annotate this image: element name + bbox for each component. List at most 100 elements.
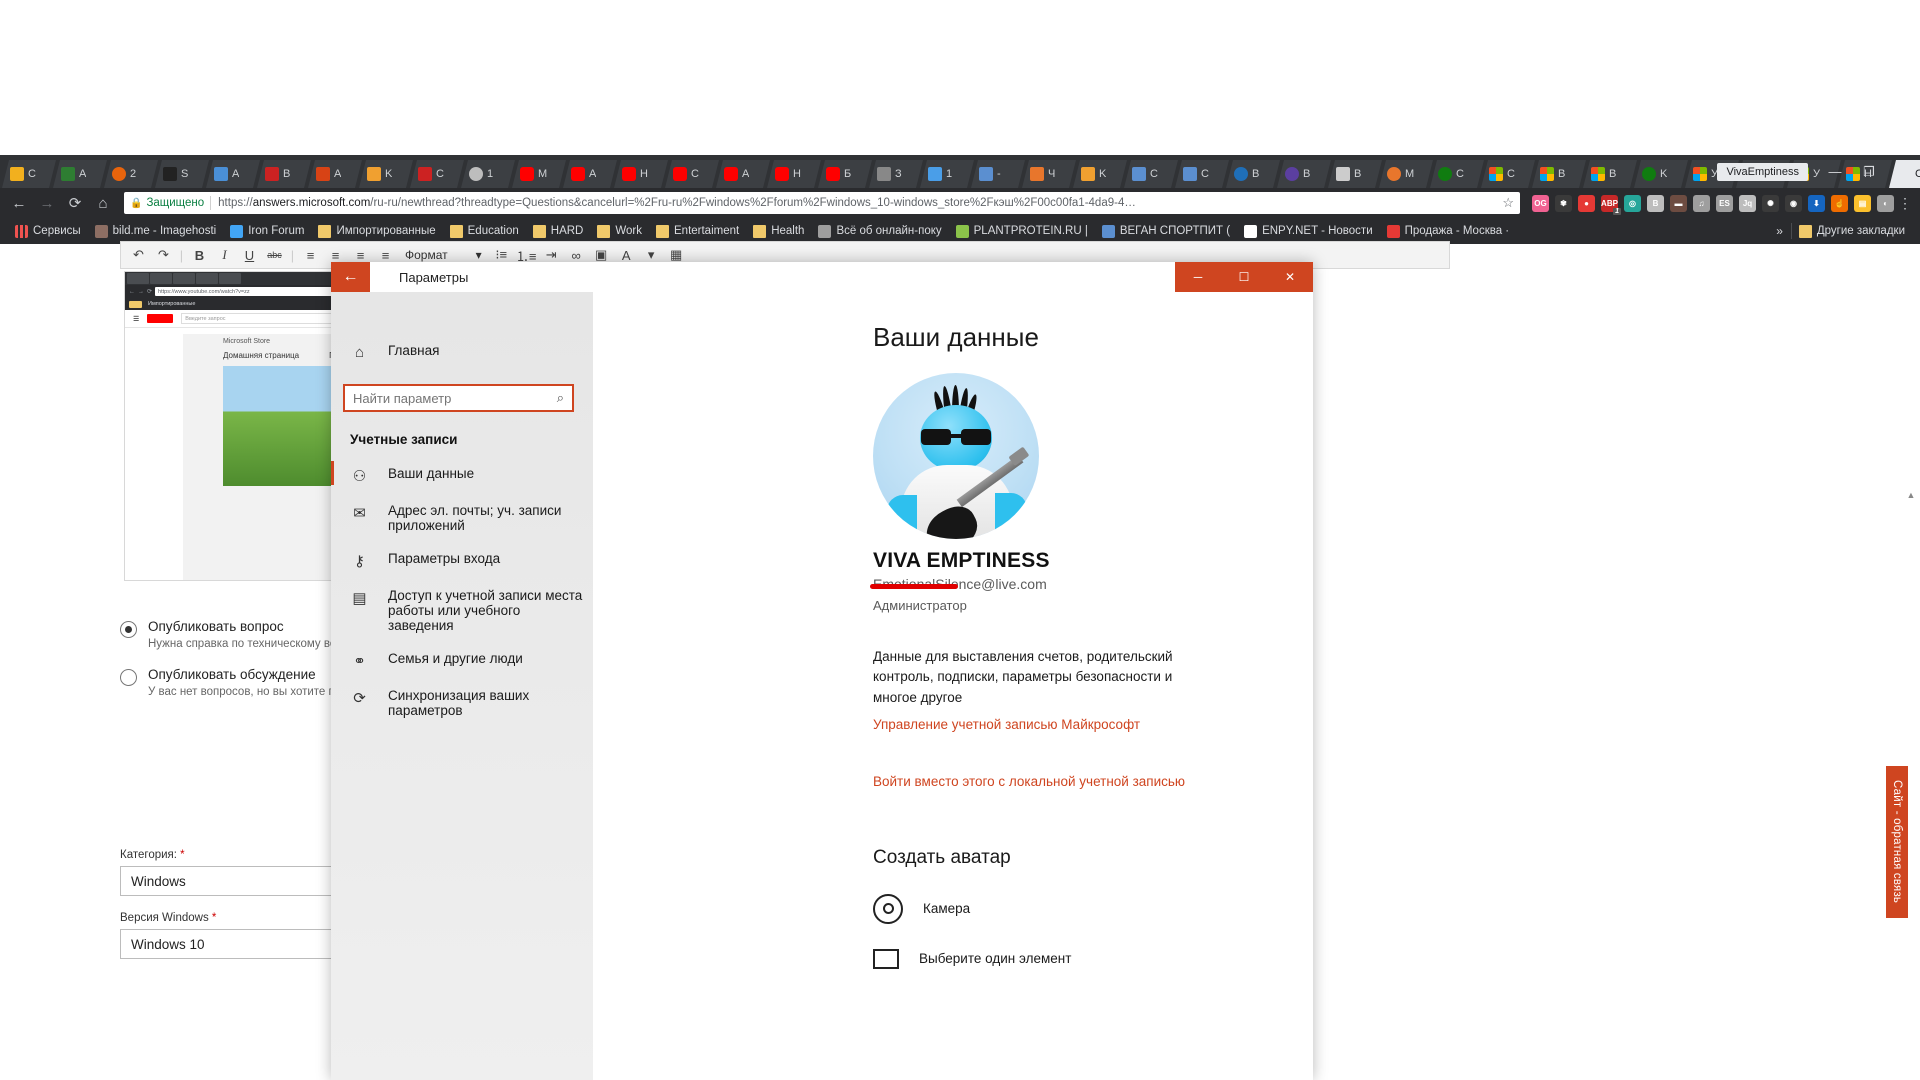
window-controls[interactable]: VivaEmptiness — ❐ ✕ <box>1717 155 1920 188</box>
settings-search-box[interactable]: ⌕ <box>343 384 574 412</box>
format-dropdown[interactable]: Формат ▾ <box>399 248 488 262</box>
extension-hand[interactable]: ☝ <box>1831 194 1848 212</box>
avatar-option-browse[interactable]: Выберите один элемент <box>873 948 1313 969</box>
home-button[interactable]: ⌂ <box>90 191 116 215</box>
browser-tab[interactable]: C <box>665 160 719 188</box>
extensions-bar[interactable]: OG ✾ ● ABP 1 ◎ B ▬ ♫ ES Jq ✺ ◉ ⬇ ☝ ▤ ◐ <box>1528 194 1894 215</box>
browser-tab[interactable]: B <box>1226 160 1280 188</box>
back-button[interactable]: ← <box>6 191 32 215</box>
sidebar-item-home[interactable]: ⌂ Главная <box>331 334 593 370</box>
sidebar-item-1[interactable]: ⚇ Ваши данные <box>331 457 593 494</box>
bookmark-item[interactable]: Продажа - Москва · <box>1380 220 1517 242</box>
browser-tab[interactable]: C <box>1175 160 1229 188</box>
browser-tab[interactable]: H <box>614 160 668 188</box>
underline-button[interactable]: U <box>238 244 261 266</box>
undo-button[interactable]: ↶ <box>127 244 150 266</box>
forward-button[interactable]: → <box>34 191 60 215</box>
extension-colors[interactable]: ◉ <box>1785 194 1802 212</box>
search-icon[interactable]: ⌕ <box>557 390 564 406</box>
back-button[interactable]: ← <box>331 262 370 292</box>
radio-option-discussion[interactable]: Опубликовать обсуждение У вас нет вопрос… <box>120 667 349 698</box>
post-type-radio-group[interactable]: Опубликовать вопрос Нужна справка по тех… <box>120 619 349 715</box>
browser-tab[interactable]: C <box>2 160 56 188</box>
minimize-button[interactable]: — <box>1818 160 1852 184</box>
bookmarks-overflow-icon[interactable]: » <box>1768 224 1791 238</box>
bookmark-item[interactable]: bild.me - Imagehosti <box>88 220 224 242</box>
bookmark-item[interactable]: Health <box>746 220 811 242</box>
browser-tab[interactable]: C <box>410 160 464 188</box>
bookmark-item[interactable]: Entertaiment <box>649 220 746 242</box>
browser-tab[interactable]: B <box>257 160 311 188</box>
browser-menu-icon[interactable]: ⋮ <box>1896 195 1914 212</box>
extension-paw[interactable]: ✾ <box>1555 194 1572 212</box>
browser-tab[interactable]: K <box>359 160 413 188</box>
browser-tabstrip[interactable]: CA2SABAKC1MAHCAHБЗ1-ЧKCCBBBMCCBBKУДУНС✕ … <box>0 155 1920 188</box>
browser-tab[interactable]: 2 <box>104 160 158 188</box>
redo-button[interactable]: ↷ <box>152 244 175 266</box>
avatar-option-camera[interactable]: Камера <box>873 893 1313 924</box>
extension-es[interactable]: ES <box>1716 194 1733 212</box>
bookmark-item[interactable]: ENPY.NET - Новости <box>1237 220 1380 242</box>
sidebar-item-3[interactable]: ⚷ Параметры входа <box>331 542 593 579</box>
radio-discussion[interactable] <box>120 669 137 686</box>
browser-tab[interactable]: A <box>563 160 617 188</box>
extension-speed[interactable]: ◐ <box>1877 194 1894 212</box>
extension-adblock-plus[interactable]: ABP 1 <box>1601 194 1621 215</box>
bookmark-item[interactable]: Iron Forum <box>223 220 311 242</box>
browser-tab[interactable]: C <box>1481 160 1535 188</box>
extension-jq[interactable]: Jq <box>1739 194 1756 212</box>
reload-button[interactable]: ⟳ <box>62 191 88 215</box>
extension-og[interactable]: OG <box>1532 194 1549 212</box>
avatar[interactable] <box>873 373 1039 539</box>
sidebar-item-6[interactable]: ⟳ Синхронизация ваших параметров <box>331 679 593 727</box>
bookmark-item[interactable]: PLANTPROTEIN.RU | <box>949 220 1095 242</box>
site-feedback-tab[interactable]: Сайт - обратная связь <box>1886 766 1908 918</box>
browser-tab[interactable]: З <box>869 160 923 188</box>
extension-vk[interactable]: B <box>1647 194 1664 212</box>
browser-tab[interactable]: M <box>512 160 566 188</box>
bold-button[interactable]: B <box>188 244 211 266</box>
radio-question[interactable] <box>120 621 137 638</box>
strikethrough-button[interactable]: abc <box>263 244 286 266</box>
search-input[interactable] <box>353 390 557 406</box>
bookmark-item[interactable]: Импортированные <box>311 220 442 242</box>
sidebar-item-5[interactable]: ⚭ Семья и другие люди <box>331 642 593 679</box>
manage-microsoft-account-link[interactable]: Управление учетной записью Майкрософт <box>873 717 1313 732</box>
browser-tab[interactable]: H <box>767 160 821 188</box>
extension-notes[interactable]: ▤ <box>1854 194 1871 212</box>
extension-teal[interactable]: ◎ <box>1624 194 1641 212</box>
browser-tab[interactable]: Б <box>818 160 872 188</box>
extension-sun[interactable]: ✺ <box>1762 194 1779 212</box>
extension-lastfm[interactable]: ♫ <box>1693 194 1710 212</box>
bookmark-item[interactable]: ВЕГАН СПОРТПИТ ( <box>1095 220 1237 242</box>
sidebar-items[interactable]: ⚇ Ваши данные ✉ Адрес эл. почты; уч. записи… <box>331 457 593 727</box>
browser-tab[interactable]: K <box>1073 160 1127 188</box>
browser-tab[interactable]: B <box>1277 160 1331 188</box>
sidebar-item-4[interactable]: ▤ Доступ к учетной записи места работы ил… <box>331 579 593 642</box>
browser-tab[interactable]: A <box>53 160 107 188</box>
scroll-up-arrow[interactable]: ▲ <box>1904 490 1918 504</box>
browser-tab[interactable]: 1 <box>461 160 515 188</box>
bookmark-item[interactable]: HARD <box>526 220 591 242</box>
browser-tab[interactable]: M <box>1379 160 1433 188</box>
bookmark-item[interactable]: Work <box>590 220 649 242</box>
close-button[interactable]: ✕ <box>1267 262 1313 292</box>
browser-tab[interactable]: C <box>1430 160 1484 188</box>
settings-window-controls[interactable]: ─ ☐ ✕ <box>1175 262 1313 292</box>
browser-tab[interactable]: C <box>1124 160 1178 188</box>
browser-tab[interactable]: A <box>716 160 770 188</box>
align-left-button[interactable]: ≡ <box>299 244 322 266</box>
bookmark-item[interactable]: Всё об онлайн-поку <box>811 220 948 242</box>
browser-tab[interactable]: A <box>308 160 362 188</box>
browser-tab[interactable]: 1 <box>920 160 974 188</box>
minimize-button[interactable]: ─ <box>1175 262 1221 292</box>
address-bar[interactable]: 🔒 Защищено https://answers.microsoft.com… <box>124 192 1520 214</box>
maximize-button[interactable]: ☐ <box>1221 262 1267 292</box>
extension-opera-vpn[interactable]: ● <box>1578 194 1595 212</box>
browser-tab[interactable]: B <box>1532 160 1586 188</box>
browser-tab[interactable]: K <box>1634 160 1688 188</box>
extension-download[interactable]: ⬇ <box>1808 194 1825 212</box>
sidebar-item-2[interactable]: ✉ Адрес эл. почты; уч. записи приложений <box>331 494 593 542</box>
other-bookmarks-folder[interactable]: Другие закладки <box>1792 220 1912 242</box>
local-account-link[interactable]: Войти вместо этого с локальной учетной з… <box>873 774 1313 789</box>
